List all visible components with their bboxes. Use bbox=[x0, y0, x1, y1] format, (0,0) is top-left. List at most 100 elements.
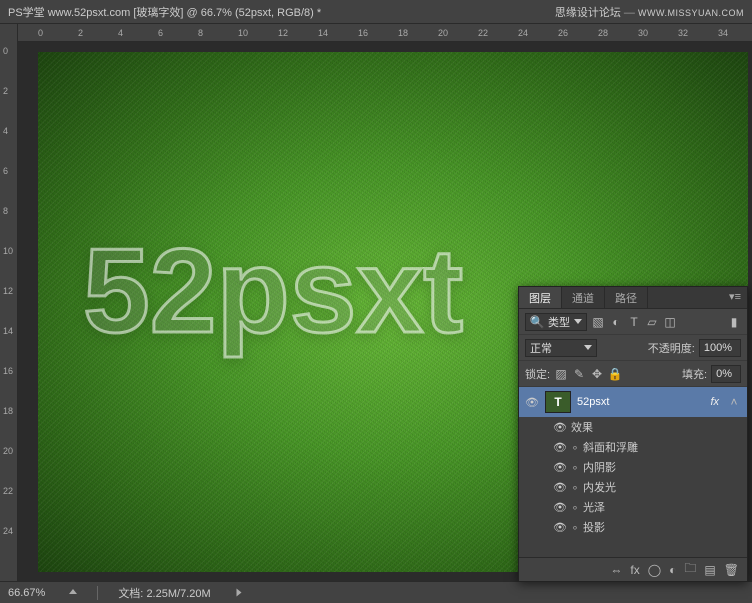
effect-bullet: ∘ bbox=[571, 521, 579, 534]
opacity-label: 不透明度: bbox=[648, 340, 695, 356]
effect-bullet: ∘ bbox=[571, 481, 579, 494]
doc-info-arrow-icon[interactable] bbox=[236, 589, 241, 597]
effect-row[interactable]: 👁∘ 投影 bbox=[519, 517, 747, 537]
group-icon[interactable]: 🗀 bbox=[684, 559, 696, 580]
ruler-vertical[interactable]: 024681012141618202224 bbox=[0, 24, 18, 581]
ruler-tick: 32 bbox=[678, 28, 688, 38]
glass-text: 52psxt bbox=[83, 222, 463, 360]
ruler-tick: 4 bbox=[3, 126, 8, 136]
lock-pixels-icon[interactable]: ✎ bbox=[572, 367, 586, 381]
layer-thumbnail-text: T bbox=[545, 391, 571, 413]
visibility-eye-icon[interactable]: 👁 bbox=[549, 521, 571, 534]
ruler-tick: 8 bbox=[3, 206, 8, 216]
effects-header-row[interactable]: 👁 效果 bbox=[519, 417, 747, 437]
zoom-dropdown-icon[interactable] bbox=[69, 589, 77, 594]
ruler-tick: 16 bbox=[358, 28, 368, 38]
status-bar: 66.67% 文档: 2.25M/7.20M bbox=[0, 581, 752, 603]
layer-item[interactable]: 👁 T 52psxt fx ˄ bbox=[519, 387, 747, 417]
watermark-sub: WWW.MISSYUAN.COM bbox=[638, 8, 744, 18]
ruler-tick: 24 bbox=[3, 526, 13, 536]
blend-row: 正常 不透明度: 100% bbox=[519, 335, 747, 361]
fx-collapse-icon[interactable]: ˄ bbox=[727, 395, 741, 409]
ruler-tick: 20 bbox=[3, 446, 13, 456]
adjustment-layer-icon[interactable]: ◐ bbox=[669, 563, 676, 577]
panel-tabs: 图层 通道 路径 ▾≡ bbox=[519, 287, 747, 309]
watermark-main: 思缘设计论坛 bbox=[555, 7, 621, 19]
ruler-tick: 12 bbox=[3, 286, 13, 296]
filter-smart-icon[interactable]: ◫ bbox=[663, 315, 677, 329]
filter-pixel-icon[interactable]: ▧ bbox=[591, 315, 605, 329]
ruler-tick: 22 bbox=[3, 486, 13, 496]
filter-shape-icon[interactable]: ▱ bbox=[645, 315, 659, 329]
ruler-tick: 0 bbox=[3, 46, 8, 56]
visibility-eye-icon[interactable]: 👁 bbox=[549, 441, 571, 454]
link-layers-icon[interactable]: ⇔ bbox=[610, 563, 622, 577]
zoom-level[interactable]: 66.67% bbox=[8, 587, 45, 599]
panel-menu-icon[interactable]: ▾≡ bbox=[723, 287, 747, 308]
ruler-tick: 20 bbox=[438, 28, 448, 38]
fx-badge[interactable]: fx bbox=[710, 396, 719, 408]
doc-size-label: 文档: bbox=[118, 588, 143, 600]
filter-type-icon[interactable]: T bbox=[627, 315, 641, 329]
effect-name: 内阴影 bbox=[583, 459, 616, 475]
effect-bullet: ∘ bbox=[571, 441, 579, 454]
effect-row[interactable]: 👁∘内阴影 bbox=[519, 457, 747, 477]
layers-list[interactable]: 👁 T 52psxt fx ˄ 👁 效果 👁∘斜面和浮雕👁∘内阴影👁∘内发光👁∘… bbox=[519, 387, 747, 557]
filter-toggle-switch[interactable]: ▮ bbox=[727, 315, 741, 329]
ruler-tick: 10 bbox=[3, 246, 13, 256]
ruler-tick: 0 bbox=[38, 28, 43, 38]
visibility-eye-icon[interactable]: 👁 bbox=[549, 421, 571, 434]
ruler-tick: 8 bbox=[198, 28, 203, 38]
ruler-tick: 16 bbox=[3, 366, 13, 376]
effect-row[interactable]: 👁∘ 内发光 bbox=[519, 477, 747, 497]
layer-name[interactable]: 52psxt bbox=[577, 396, 710, 408]
ruler-tick: 34 bbox=[718, 28, 728, 38]
lock-row: 锁定: ▨ ✎ ✥ 🔒 填充: 0% bbox=[519, 361, 747, 387]
fill-field[interactable]: 0% bbox=[711, 365, 741, 383]
ruler-tick: 22 bbox=[478, 28, 488, 38]
lock-position-icon[interactable]: ✥ bbox=[590, 367, 604, 381]
tab-paths[interactable]: 路径 bbox=[605, 287, 648, 308]
ruler-tick: 4 bbox=[118, 28, 123, 38]
visibility-eye-icon[interactable]: 👁 bbox=[549, 461, 571, 474]
visibility-eye-icon[interactable]: 👁 bbox=[549, 481, 571, 494]
layer-mask-icon[interactable]: ◯ bbox=[648, 563, 661, 577]
effect-name: 投影 bbox=[583, 519, 605, 535]
filter-type-dropdown[interactable]: 🔍 类型 bbox=[525, 313, 587, 331]
effect-name: 光泽 bbox=[583, 499, 605, 515]
doc-size-value: 2.25M/7.20M bbox=[146, 588, 210, 600]
tab-layers[interactable]: 图层 bbox=[519, 287, 562, 308]
ruler-tick: 18 bbox=[398, 28, 408, 38]
filter-type-label: 类型 bbox=[548, 314, 570, 330]
opacity-field[interactable]: 100% bbox=[699, 339, 741, 357]
effect-name: 斜面和浮雕 bbox=[583, 439, 638, 455]
ruler-tick: 26 bbox=[558, 28, 568, 38]
ruler-tick: 28 bbox=[598, 28, 608, 38]
ruler-tick: 10 bbox=[238, 28, 248, 38]
lock-all-icon[interactable]: 🔒 bbox=[608, 367, 622, 381]
filter-adjust-icon[interactable]: ◐ bbox=[609, 315, 623, 329]
blend-mode-value: 正常 bbox=[530, 340, 552, 356]
delete-layer-icon[interactable]: 🗑 bbox=[724, 563, 739, 577]
lock-transparent-icon[interactable]: ▨ bbox=[554, 367, 568, 381]
panel-footer: ⇔ fx ◯ ◐ 🗀 ▤ 🗑 bbox=[519, 557, 747, 581]
new-layer-icon[interactable]: ▤ bbox=[704, 563, 715, 577]
effect-bullet: ∘ bbox=[571, 501, 579, 514]
blend-mode-dropdown[interactable]: 正常 bbox=[525, 339, 597, 357]
ruler-tick: 14 bbox=[3, 326, 13, 336]
layer-filter-row: 🔍 类型 ▧ ◐ T ▱ ◫ ▮ bbox=[519, 309, 747, 335]
effect-name: 内发光 bbox=[583, 479, 616, 495]
ruler-tick: 24 bbox=[518, 28, 528, 38]
layer-style-icon[interactable]: fx bbox=[630, 563, 639, 577]
layers-panel[interactable]: 图层 通道 路径 ▾≡ 🔍 类型 ▧ ◐ T ▱ ◫ ▮ 正常 不透明度: 10… bbox=[518, 286, 748, 582]
opacity-value: 100% bbox=[704, 342, 732, 354]
effect-row[interactable]: 👁∘ 斜面和浮雕 bbox=[519, 437, 747, 457]
visibility-eye-icon[interactable]: 👁 bbox=[549, 501, 571, 514]
document-title: PS学堂 www.52psxt.com [玻璃字效] @ 66.7% (52ps… bbox=[8, 4, 321, 20]
tab-channels[interactable]: 通道 bbox=[562, 287, 605, 308]
watermark: 思缘设计论坛 — WWW.MISSYUAN.COM bbox=[555, 4, 744, 20]
effects-header: 效果 bbox=[571, 419, 593, 435]
ruler-horizontal[interactable]: 0246810121416182022242628303234 bbox=[18, 24, 752, 42]
visibility-eye-icon[interactable]: 👁 bbox=[519, 396, 545, 409]
effect-row[interactable]: 👁∘ 光泽 bbox=[519, 497, 747, 517]
